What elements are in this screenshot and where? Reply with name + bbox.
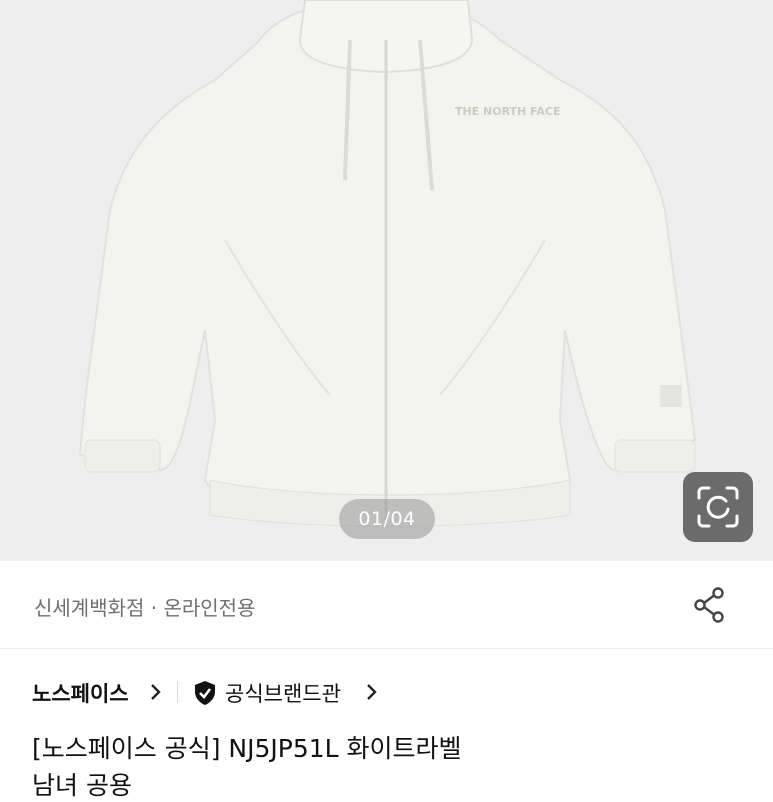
image-search-button[interactable] — [683, 472, 753, 542]
official-shield-check-icon — [195, 681, 215, 705]
product-image: THE NORTH FACE — [78, 0, 697, 527]
camera-lens-icon — [697, 486, 739, 528]
store-info-row: 신세계백화점 · 온라인전용 — [0, 561, 773, 649]
chevron-right-icon — [151, 684, 161, 700]
brand-row: 노스페이스 공식브랜드관 — [0, 668, 773, 718]
official-brand-store-link[interactable]: 공식브랜드관 — [225, 678, 341, 708]
chevron-right-icon — [367, 684, 377, 700]
product-image-gallery[interactable]: THE NORTH FACE 01/04 — [0, 0, 773, 561]
share-button[interactable] — [688, 583, 732, 627]
store-label: 신세계백화점 · 온라인전용 — [34, 596, 256, 620]
product-title-continued: 남녀 공용 — [32, 771, 132, 800]
divider — [177, 681, 178, 703]
share-icon — [694, 587, 724, 623]
product-title: [노스페이스 공식] NJ5JP51L 화이트라벨 — [32, 734, 462, 763]
brand-link[interactable]: 노스페이스 — [32, 678, 129, 708]
svg-text:THE NORTH FACE: THE NORTH FACE — [455, 105, 560, 118]
image-page-indicator: 01/04 — [339, 499, 435, 539]
